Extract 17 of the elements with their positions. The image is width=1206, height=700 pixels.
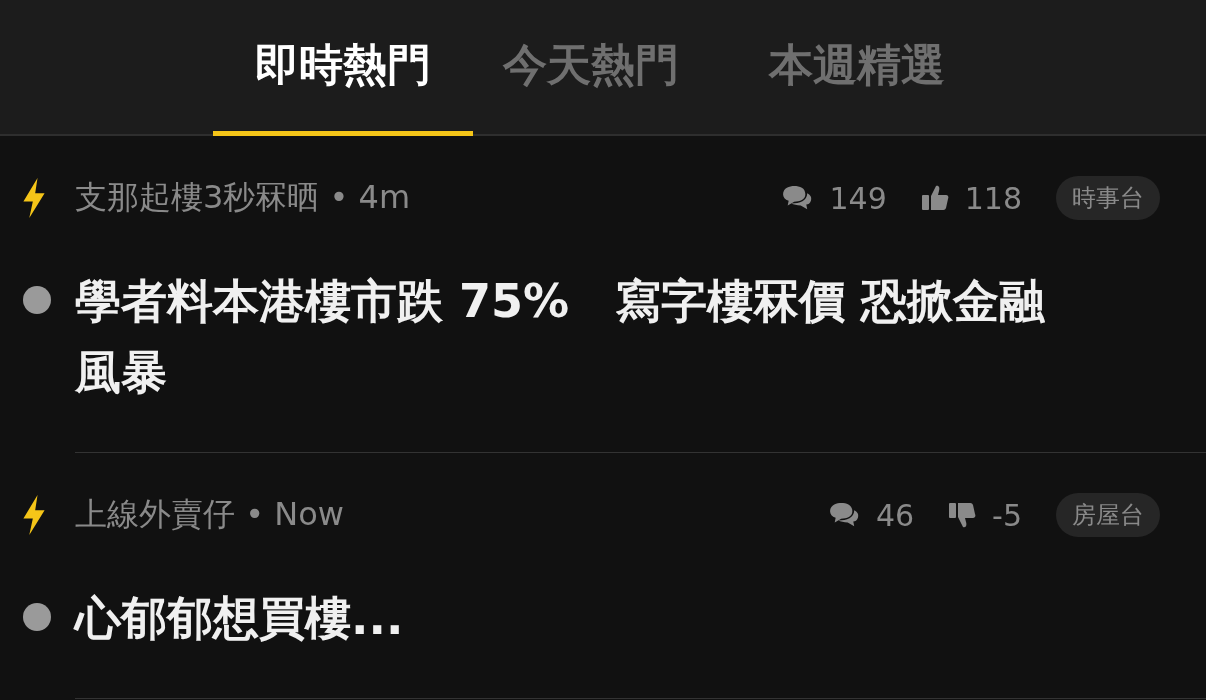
category-tag[interactable]: 房屋台 xyxy=(1056,493,1160,537)
tab[interactable]: 今天熱門 xyxy=(503,0,679,136)
category-tag[interactable]: 時事台 xyxy=(1056,176,1160,220)
vote-count: -5 xyxy=(992,497,1022,533)
comment-count: 149 xyxy=(829,180,887,216)
post-title[interactable]: 心郁郁想買樓... xyxy=(75,583,1206,654)
lightning-icon xyxy=(21,178,47,218)
comment-icon xyxy=(781,185,814,211)
post-title[interactable]: 學者料本港樓市跌 75% 寫字樓冧價 恐掀金融風暴 xyxy=(75,266,1206,408)
tab[interactable]: 本週精選 xyxy=(769,0,945,136)
post-author-time: 上線外賣仔 • Now xyxy=(75,494,344,535)
lightning-icon xyxy=(21,495,47,535)
comment-icon xyxy=(827,502,860,528)
comment-count: 46 xyxy=(875,497,915,533)
tab[interactable]: 即時熱門 xyxy=(213,0,473,136)
vote-count: 118 xyxy=(964,180,1022,216)
post-author-time: 支那起樓3秒冧晒 • 4m xyxy=(75,177,411,218)
